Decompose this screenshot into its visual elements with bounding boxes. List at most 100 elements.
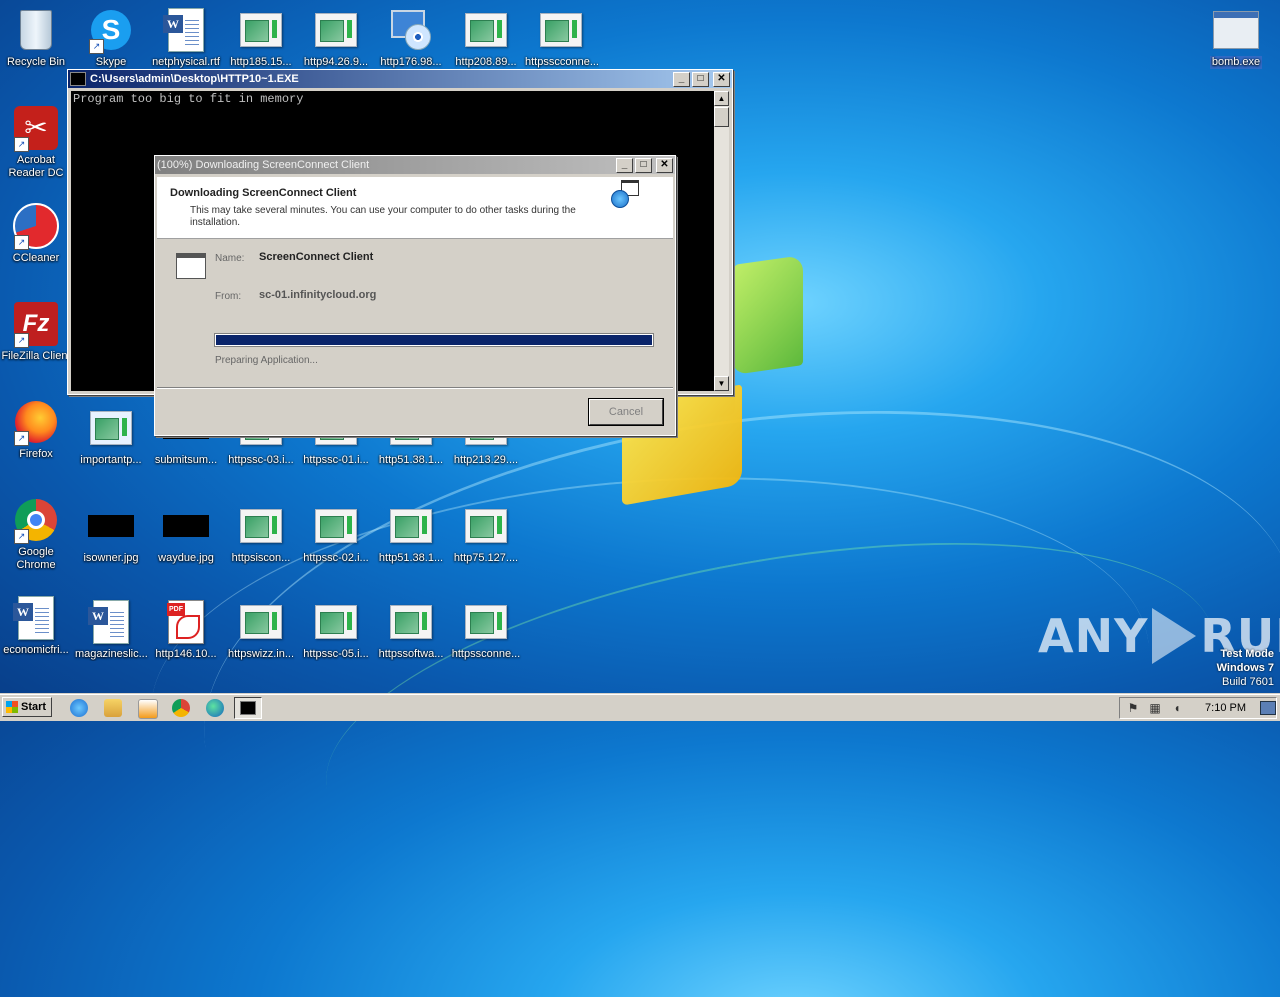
- icon-label: httpswizz.in...: [227, 648, 295, 660]
- close-button[interactable]: ✕: [656, 157, 673, 173]
- dialog-heading: Downloading ScreenConnect Client: [170, 187, 357, 199]
- icon-label: http146.10...: [155, 648, 217, 660]
- html-file-icon: [240, 509, 282, 543]
- console-app-icon: [240, 701, 256, 715]
- icon-label: http176.98...: [380, 56, 442, 68]
- desktop-icon-http176[interactable]: http176.98...: [373, 6, 449, 69]
- icon-label: Firefox: [19, 448, 53, 460]
- icon-label: waydue.jpg: [158, 552, 214, 564]
- media-player-icon[interactable]: [138, 699, 158, 719]
- desktop-icon-skype[interactable]: S ↗ Skype: [73, 6, 149, 69]
- desktop-icon-bomb-exe[interactable]: bomb.exe: [1198, 6, 1274, 69]
- watermark-left: ANY: [1038, 609, 1149, 663]
- volume-icon[interactable]: ◖: [1170, 701, 1184, 715]
- desktop-icon-httpsiscon[interactable]: httpsiscon...: [223, 502, 299, 565]
- shortcut-arrow-icon: ↗: [89, 39, 104, 54]
- globe-download-icon: [611, 180, 641, 210]
- cancel-button[interactable]: Cancel: [589, 399, 663, 425]
- icon-label: httpssc-05.i...: [303, 648, 369, 660]
- chrome-icon[interactable]: [172, 699, 190, 717]
- desktop-icon-firefox[interactable]: ↗ Firefox: [0, 398, 74, 461]
- console-scrollbar[interactable]: ▲ ▼: [714, 91, 729, 391]
- desktop-icon-recycle-bin[interactable]: Recycle Bin: [0, 6, 74, 69]
- dialog-subtext: This may take several minutes. You can u…: [190, 205, 576, 228]
- desktop-icon-magazineslic[interactable]: W magazineslic...: [73, 598, 149, 661]
- test-mode-line1: Test Mode: [1220, 648, 1274, 660]
- shortcut-arrow-icon: ↗: [14, 333, 29, 348]
- icon-label: Google Chrome: [16, 546, 56, 571]
- icon-label: netphysical.rtf: [152, 56, 220, 68]
- icon-label: http51.38.1...: [378, 454, 444, 466]
- start-label: Start: [21, 701, 47, 713]
- download-dialog[interactable]: (100%) Downloading ScreenConnect Client …: [154, 155, 676, 436]
- icon-label: Acrobat Reader DC: [8, 154, 64, 179]
- maximize-button[interactable]: □: [635, 157, 652, 173]
- console-title: C:\Users\admin\Desktop\HTTP10~1.EXE: [90, 73, 299, 85]
- image-icon: [88, 515, 134, 537]
- clock[interactable]: 7:10 PM: [1205, 702, 1246, 714]
- console-title-bar[interactable]: C:\Users\admin\Desktop\HTTP10~1.EXE _ □ …: [68, 70, 732, 88]
- status-text: Preparing Application...: [215, 355, 318, 366]
- icon-label: isowner.jpg: [83, 552, 139, 564]
- start-button[interactable]: Start: [2, 697, 52, 717]
- cd-monitor-icon: [391, 10, 431, 50]
- test-mode-line2: Windows 7: [1216, 662, 1274, 674]
- dialog-title-bar[interactable]: (100%) Downloading ScreenConnect Client …: [155, 156, 675, 174]
- desktop-icon-httpssconne[interactable]: httpssconne...: [448, 598, 524, 661]
- name-label: Name:: [215, 253, 245, 264]
- desktop-icon-httpssoftwa[interactable]: httpssoftwa...: [373, 598, 449, 661]
- icon-label: importantp...: [80, 454, 142, 466]
- desktop-icon-http94[interactable]: http94.26.9...: [298, 6, 374, 69]
- icon-label: http213.29....: [453, 454, 519, 466]
- icon-label: httpssc-03.i...: [228, 454, 294, 466]
- desktop-icon-httpssc-02[interactable]: httpssc-02.i...: [298, 502, 374, 565]
- desktop-icon-ccleaner[interactable]: ↗ CCleaner: [0, 202, 74, 265]
- explorer-icon[interactable]: [104, 699, 122, 717]
- desktop-icon-http75[interactable]: http75.127....: [448, 502, 524, 565]
- desktop-icon-http185[interactable]: http185.15...: [223, 6, 299, 69]
- html-file-icon: [465, 605, 507, 639]
- icon-label: CCleaner: [12, 252, 60, 264]
- shortcut-arrow-icon: ↗: [14, 529, 29, 544]
- flag-icon[interactable]: ⚑: [1126, 701, 1140, 715]
- desktop-icon-http146[interactable]: PDF http146.10...: [148, 598, 224, 661]
- desktop-icon-acrobat[interactable]: ✂ ↗ Acrobat Reader DC: [0, 104, 74, 180]
- windows-flag-icon: [6, 701, 18, 713]
- scroll-thumb[interactable]: [714, 107, 729, 127]
- shortcut-arrow-icon: ↗: [14, 235, 29, 250]
- desktop-icon-filezilla[interactable]: Fz ↗ FileZilla Client: [0, 300, 74, 363]
- desktop-icon-waydue[interactable]: waydue.jpg: [148, 502, 224, 565]
- system-tray: ⚑ ▦ ◖ 7:10 PM: [1119, 697, 1277, 719]
- desktop-icon-httpsscconne[interactable]: httpsscconne...: [523, 6, 599, 69]
- ie-icon[interactable]: [70, 699, 88, 717]
- taskbar-console-button[interactable]: [234, 697, 262, 719]
- scroll-up-button[interactable]: ▲: [714, 91, 729, 106]
- desktop-icon-chrome[interactable]: ↗ Google Chrome: [0, 496, 74, 572]
- word-doc-icon: W: [88, 600, 129, 644]
- icon-label: httpssoftwa...: [378, 648, 444, 660]
- close-button[interactable]: ✕: [713, 71, 730, 87]
- shortcut-arrow-icon: ↗: [14, 431, 29, 446]
- maximize-button[interactable]: □: [692, 71, 709, 87]
- icon-label: httpsiscon...: [231, 552, 291, 564]
- minimize-button[interactable]: _: [673, 71, 690, 87]
- desktop-icon-importantp[interactable]: importantp...: [73, 404, 149, 467]
- test-mode-notice: Test Mode Windows 7 Build 7601: [1217, 647, 1274, 689]
- minimize-button[interactable]: _: [616, 157, 633, 173]
- icon-label: http51.38.1...: [378, 552, 444, 564]
- desktop-icon-httpswizz[interactable]: httpswizz.in...: [223, 598, 299, 661]
- desktop-icon-netphysical[interactable]: W netphysical.rtf: [148, 6, 224, 69]
- network-icon[interactable]: ▦: [1148, 701, 1162, 715]
- show-desktop-icon[interactable]: [1260, 701, 1276, 715]
- icon-label: bomb.exe: [1209, 56, 1263, 69]
- desktop-icon-httpssc-05[interactable]: httpssc-05.i...: [298, 598, 374, 661]
- scroll-down-button[interactable]: ▼: [714, 376, 729, 391]
- desktop-icon-economicfri[interactable]: W economicfri...: [0, 594, 74, 657]
- name-value: ScreenConnect Client: [259, 251, 374, 263]
- desktop-icon-http208[interactable]: http208.89...: [448, 6, 524, 69]
- edge-icon[interactable]: [206, 699, 224, 717]
- windows-logo-green: [733, 255, 803, 375]
- html-file-icon: [390, 509, 432, 543]
- desktop-icon-http51b[interactable]: http51.38.1...: [373, 502, 449, 565]
- desktop-icon-isowner[interactable]: isowner.jpg: [73, 502, 149, 565]
